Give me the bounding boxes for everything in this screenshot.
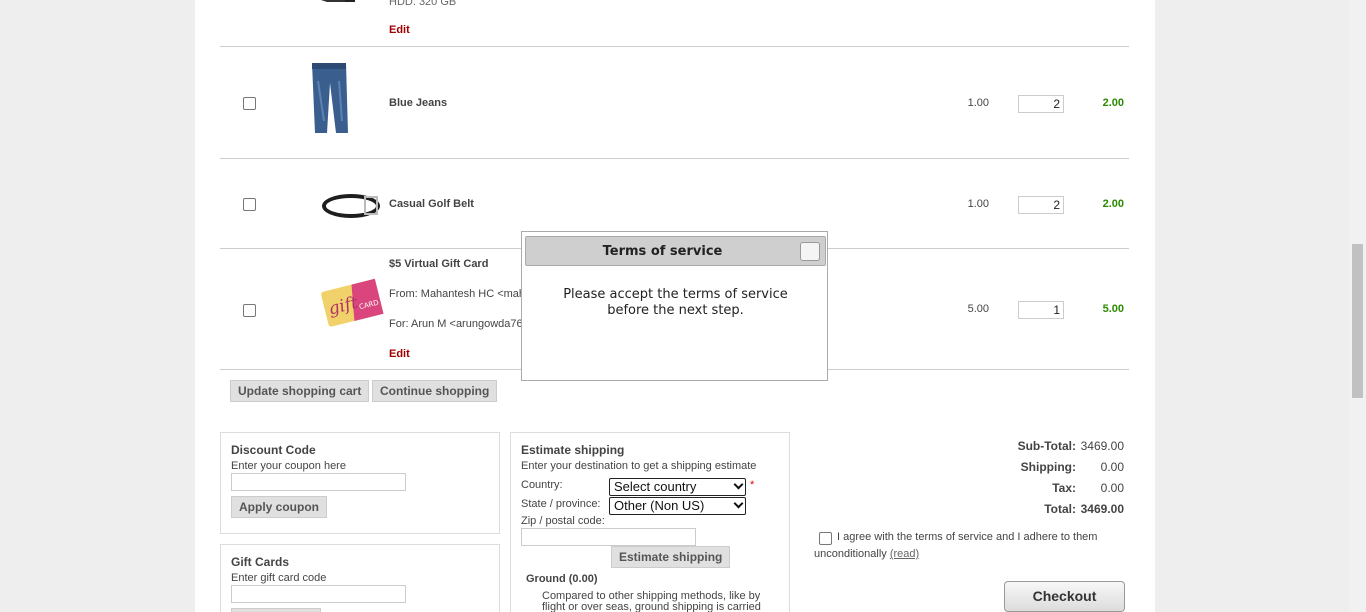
product-image-giftcard: gift CARD — [321, 278, 384, 327]
product-name[interactable]: Casual Golf Belt — [389, 198, 474, 210]
coupon-input[interactable] — [231, 473, 406, 491]
giftcards-hint: Enter gift card code — [231, 572, 327, 584]
terms-checkbox[interactable] — [819, 532, 832, 545]
country-select[interactable]: Select country — [609, 478, 746, 496]
edit-link[interactable]: Edit — [389, 24, 410, 36]
order-total-value: 3469.00 — [1080, 502, 1124, 516]
scrollbar-thumb[interactable] — [1352, 244, 1363, 398]
product-image-partial — [321, 0, 355, 2]
line-subtotal: 2.00 — [1102, 97, 1124, 109]
terms-agree-text: I agree with the terms of service and I … — [837, 531, 1098, 543]
shipping-method-desc: flight or over seas, ground shipping is … — [542, 601, 761, 612]
product-name[interactable]: $5 Virtual Gift Card — [389, 258, 488, 270]
edit-link[interactable]: Edit — [389, 348, 410, 360]
chevron-down-icon — [733, 479, 744, 490]
quantity-input[interactable]: 1 — [1018, 301, 1064, 319]
dialog-titlebar: Terms of service — [525, 236, 826, 266]
order-total-label: Total: — [1044, 502, 1076, 516]
terms-agree-text-end: unconditionally — [814, 548, 887, 560]
unit-price: 1.00 — [967, 97, 989, 109]
remove-checkbox[interactable] — [243, 198, 256, 211]
unit-price: 5.00 — [967, 303, 989, 315]
discount-panel: Discount Code Enter your coupon here App… — [220, 432, 500, 534]
product-name[interactable]: Blue Jeans — [389, 97, 447, 109]
shipping-total-label: Shipping: — [1020, 460, 1076, 474]
discount-title: Discount Code — [231, 443, 316, 457]
chevron-down-icon — [733, 498, 744, 509]
subtotal-label: Sub-Total: — [1017, 439, 1076, 453]
giftcards-title: Gift Cards — [231, 555, 290, 569]
terms-of-service-dialog: Terms of service Please accept the terms… — [521, 231, 828, 381]
close-icon[interactable] — [800, 242, 820, 261]
gift-card-for: For: Arun M <arungowda76 — [389, 318, 523, 330]
terms-agree-text: unconditionally (read) — [814, 548, 919, 560]
estimate-shipping-panel: Estimate shipping Enter your destination… — [510, 432, 790, 612]
read-terms-link[interactable]: (read) — [890, 548, 919, 560]
tax-label: Tax: — [1052, 481, 1076, 495]
shipping-title: Estimate shipping — [521, 443, 625, 457]
state-select-value: Other (Non US) — [614, 498, 705, 513]
remove-checkbox[interactable] — [243, 97, 256, 110]
required-mark: * — [750, 479, 755, 491]
dialog-title: Terms of service — [602, 244, 723, 259]
apply-coupon-button[interactable]: Apply coupon — [231, 496, 327, 518]
estimate-shipping-button[interactable]: Estimate shipping — [611, 546, 731, 568]
unit-price: 1.00 — [967, 198, 989, 210]
country-select-value: Select country — [614, 479, 697, 494]
add-gift-card-button[interactable] — [231, 608, 321, 612]
giftcards-panel: Gift Cards Enter gift card code — [220, 544, 500, 612]
line-subtotal: 5.00 — [1102, 303, 1124, 315]
remove-checkbox[interactable] — [243, 304, 256, 317]
quantity-input[interactable]: 2 — [1018, 196, 1064, 214]
discount-hint: Enter your coupon here — [231, 460, 346, 472]
shipping-total-value: 0.00 — [1100, 460, 1124, 474]
shipping-method-name: Ground (0.00) — [526, 573, 598, 585]
quantity-input[interactable]: 2 — [1018, 95, 1064, 113]
checkout-button[interactable]: Checkout — [1004, 581, 1125, 612]
gift-card-input[interactable] — [231, 585, 406, 603]
continue-shopping-button[interactable]: Continue shopping — [372, 380, 498, 402]
product-image-belt — [322, 194, 380, 218]
cart-row-partial: HDD: 320 GB Edit — [220, 0, 1129, 47]
shipping-hint: Enter your destination to get a shipping… — [521, 460, 757, 472]
zip-input[interactable] — [521, 528, 696, 546]
cart-row: Blue Jeans 1.00 2 2.00 — [220, 47, 1129, 159]
country-label: Country: — [521, 479, 563, 491]
product-image-jeans — [312, 63, 348, 133]
line-subtotal: 2.00 — [1102, 198, 1124, 210]
update-cart-button[interactable]: Update shopping cart — [230, 380, 370, 402]
subtotal-value: 3469.00 — [1080, 439, 1124, 453]
product-attribute: HDD: 320 GB — [389, 0, 457, 8]
zip-label: Zip / postal code: — [521, 515, 605, 527]
dialog-message: Please accept the terms of service befor… — [563, 287, 788, 318]
checkout-label: Checkout — [1032, 588, 1097, 604]
state-select[interactable]: Other (Non US) — [609, 497, 746, 515]
tax-value: 0.00 — [1100, 481, 1124, 495]
state-label: State / province: — [521, 498, 601, 510]
